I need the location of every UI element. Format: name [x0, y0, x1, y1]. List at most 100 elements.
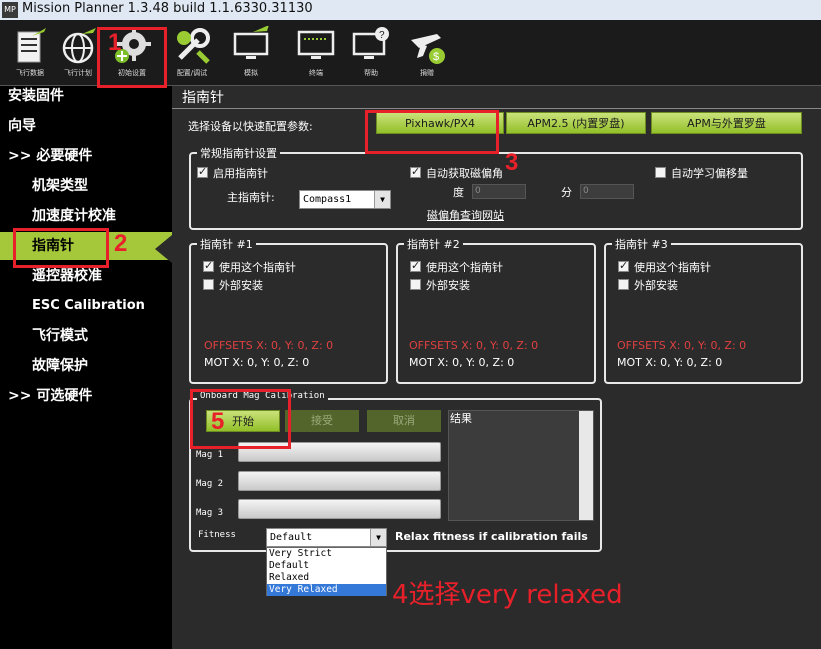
toolbar-config-tuning[interactable]: 配置/调试 [164, 24, 220, 84]
compass-3-use-label: 使用这个指南针 [634, 261, 711, 274]
sidebar-item-wizard[interactable]: 向导 [0, 112, 172, 140]
preset-label: 选择设备以快速配置参数: [188, 120, 313, 133]
fitness-option-relaxed[interactable]: Relaxed [267, 572, 386, 584]
toolbar-terminal-label: 终端 [309, 69, 323, 77]
fitness-option-default[interactable]: Default [267, 560, 386, 572]
svg-text:?: ? [379, 30, 385, 41]
annotation-step-1: 1 [108, 29, 122, 56]
compass-1-external-checkbox[interactable] [203, 279, 214, 290]
preset-apm-external-button[interactable]: APM与外置罗盘 [651, 112, 802, 134]
compass-3-title: 指南针 #3 [612, 236, 671, 252]
compass-1-external-label: 外部安装 [219, 279, 263, 292]
compass-3-use-checkbox[interactable] [618, 259, 629, 272]
donate-icon: $ [411, 34, 445, 64]
toolbar-simulation-label: 模拟 [244, 69, 258, 77]
sidebar: 安装固件 向导 >> 必要硬件 机架类型 加速度计校准 指南针 遥控器校准 ES… [0, 86, 172, 649]
mag-3-label: Mag 3 [196, 508, 224, 518]
sidebar-item-mandatory-hardware[interactable]: >> 必要硬件 [0, 142, 172, 170]
compass-3-external-label: 外部安装 [634, 279, 678, 292]
compass-3-mot: MOT X: 0, Y: 0, Z: 0 [617, 356, 723, 369]
cancel-calibration-button[interactable]: 取消 [367, 410, 441, 432]
compass-3-offsets: OFFSETS X: 0, Y: 0, Z: 0 [617, 339, 747, 352]
mag-3-progress [238, 499, 441, 519]
fitness-select[interactable]: Default ▼ [266, 528, 387, 547]
config-tuning-icon [177, 28, 210, 64]
title-divider [172, 108, 821, 109]
calibration-result-box[interactable]: 结果 [448, 410, 594, 521]
compass-3-external-checkbox[interactable] [618, 279, 629, 290]
compass-1-title: 指南针 #1 [197, 236, 256, 252]
compass-2-use-checkbox[interactable] [410, 259, 421, 272]
annotation-box-start [190, 389, 291, 449]
auto-learn-offsets-checkbox[interactable] [655, 167, 666, 178]
minutes-input[interactable]: 0 [580, 184, 634, 199]
toolbar-donate[interactable]: $ 捐赠 [399, 24, 455, 84]
compass-2-group: 指南针 #2 使用这个指南针 外部安装 OFFSETS X: 0, Y: 0, … [396, 236, 596, 384]
general-compass-settings-group: 常规指南针设置 启用指南针 主指南针: Compass1 ▼ 自动获取磁偏角 度… [189, 145, 803, 230]
fitness-value: Default [270, 532, 313, 543]
degrees-input[interactable]: 0 [472, 184, 526, 199]
page-title: 指南针 [182, 90, 224, 106]
sidebar-item-accel-calibration[interactable]: 加速度计校准 [0, 202, 172, 230]
window-title: Mission Planner 1.3.48 build 1.1.6330.31… [22, 1, 313, 16]
auto-declination-checkbox[interactable] [410, 165, 421, 178]
compass-1-offsets: OFFSETS X: 0, Y: 0, Z: 0 [204, 339, 334, 352]
fitness-option-very-strict[interactable]: Very Strict [267, 548, 386, 560]
terminal-icon [297, 30, 335, 59]
compass-1-mot: MOT X: 0, Y: 0, Z: 0 [204, 356, 310, 369]
chevron-down-icon: ▼ [370, 529, 386, 546]
fitness-label: Fitness [198, 530, 236, 540]
annotation-step-2: 2 [114, 230, 128, 257]
active-item-arrow [155, 235, 172, 263]
flight-plan-icon [62, 28, 96, 64]
sidebar-item-frame-type[interactable]: 机架类型 [0, 172, 172, 200]
compass-2-mot: MOT X: 0, Y: 0, Z: 0 [409, 356, 515, 369]
minutes-label: 分 [561, 186, 572, 199]
main-panel: 指南针 选择设备以快速配置参数: Pixhawk/PX4 APM2.5 (内置罗… [172, 86, 821, 649]
toolbar-simulation[interactable]: 模拟 [223, 24, 279, 84]
annotation-step-3: 3 [505, 149, 519, 176]
toolbar-help[interactable]: ? 帮助 [343, 24, 399, 84]
compass-2-external-label: 外部安装 [426, 279, 470, 292]
compass-2-external-checkbox[interactable] [410, 279, 421, 290]
sidebar-item-failsafe[interactable]: 故障保护 [0, 352, 172, 380]
mag-1-label: Mag 1 [196, 450, 224, 460]
enable-compass-checkbox[interactable] [197, 165, 208, 178]
accept-calibration-button[interactable]: 接受 [285, 410, 359, 432]
primary-compass-value: Compass1 [303, 194, 352, 205]
compass-2-use-label: 使用这个指南针 [426, 261, 503, 274]
compass-2-offsets: OFFSETS X: 0, Y: 0, Z: 0 [409, 339, 539, 352]
toolbar-donate-label: 捐赠 [420, 69, 434, 77]
result-scrollbar[interactable] [579, 411, 593, 520]
compass-1-use-label: 使用这个指南针 [219, 261, 296, 274]
fitness-option-very-relaxed[interactable]: Very Relaxed [267, 584, 386, 596]
compass-1-use-checkbox[interactable] [203, 259, 214, 272]
sidebar-item-flight-modes[interactable]: 飞行模式 [0, 322, 172, 350]
relax-fitness-label: Relax fitness if calibration fails [395, 530, 588, 543]
compass-2-title: 指南针 #2 [404, 236, 463, 252]
enable-compass-label: 启用指南针 [213, 167, 268, 180]
simulation-icon [233, 26, 269, 59]
primary-compass-label: 主指南针: [227, 191, 275, 204]
sidebar-item-esc-calibration[interactable]: ESC Calibration [0, 292, 172, 320]
auto-declination-label: 自动获取磁偏角 [426, 167, 503, 180]
result-label: 结果 [450, 412, 472, 425]
title-bar: MP Mission Planner 1.3.48 build 1.1.6330… [0, 0, 821, 20]
help-icon: ? [352, 27, 389, 59]
mag-2-progress [238, 471, 441, 491]
general-settings-title: 常规指南针设置 [197, 145, 280, 161]
chevron-down-icon: ▼ [374, 191, 390, 208]
annotation-box-pixhawk [365, 110, 499, 154]
annotation-step-4: 4选择very relaxed [392, 580, 623, 610]
primary-compass-select[interactable]: Compass1 ▼ [299, 190, 391, 209]
toolbar-terminal[interactable]: 终端 [288, 24, 344, 84]
compass-1-group: 指南针 #1 使用这个指南针 外部安装 OFFSETS X: 0, Y: 0, … [189, 236, 388, 384]
auto-learn-offsets-label: 自动学习偏移量 [671, 167, 748, 180]
preset-apm25-button[interactable]: APM2.5 (内置罗盘) [506, 112, 646, 134]
declination-website-link[interactable]: 磁偏角查询网站 [427, 207, 504, 223]
sidebar-item-optional-hardware[interactable]: >> 可选硬件 [0, 382, 172, 410]
toolbar-config-tuning-label: 配置/调试 [176, 69, 208, 77]
svg-text:$: $ [433, 51, 439, 63]
fitness-dropdown-list: Very Strict Default Relaxed Very Relaxed [266, 547, 387, 596]
degrees-label: 度 [453, 186, 464, 199]
